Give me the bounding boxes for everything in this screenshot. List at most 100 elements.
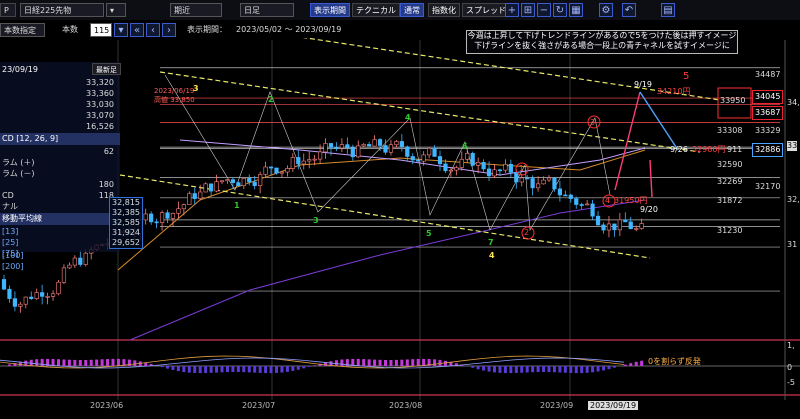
- macd-histogram-bar: [40, 358, 44, 366]
- macd-histogram-bar: [67, 359, 71, 366]
- candle-body: [176, 208, 181, 214]
- refresh-icon[interactable]: ↻: [553, 3, 567, 17]
- candle-body: [568, 194, 573, 199]
- wave-label: 4: [489, 251, 495, 260]
- macd-histogram-bar: [340, 359, 344, 366]
- macd-histogram-bar: [640, 360, 644, 366]
- symbol-select[interactable]: 日経225先物: [20, 3, 104, 17]
- macd-histogram-bar: [373, 359, 377, 366]
- macd-histogram-bar: [198, 366, 202, 374]
- normal-button[interactable]: 通常: [400, 3, 424, 17]
- candle-body: [416, 159, 421, 162]
- crosshair-icon[interactable]: ⊞: [521, 3, 535, 17]
- macd-histogram-bar: [35, 359, 39, 366]
- macd-histogram-bar: [182, 366, 186, 373]
- grid-icon[interactable]: ▦: [569, 3, 583, 17]
- period-select[interactable]: 期近: [170, 3, 222, 17]
- macd-histogram-bar: [400, 359, 404, 366]
- spread-button[interactable]: スプレッド: [462, 3, 510, 17]
- candle-body: [595, 215, 601, 226]
- wave-label: 6: [462, 142, 468, 151]
- table-icon[interactable]: ▤: [661, 3, 675, 17]
- macd-histogram-bar: [525, 366, 529, 373]
- candle-body: [465, 153, 470, 160]
- range-label: 表示期間：: [187, 25, 227, 34]
- macd-histogram-bar: [607, 366, 611, 370]
- macd-histogram-bar: [100, 359, 104, 366]
- candle-body: [350, 147, 355, 158]
- macd-histogram-bar: [313, 365, 317, 366]
- candle-body: [29, 296, 34, 299]
- technical-button[interactable]: テクニカル: [352, 3, 400, 17]
- macd-histogram-bar: [215, 366, 219, 373]
- scroll-left-icon[interactable]: ‹: [146, 23, 160, 37]
- candle-body: [519, 177, 524, 183]
- macd-histogram-bar: [602, 366, 605, 371]
- count-down-icon[interactable]: ▾: [114, 23, 128, 37]
- candle-body: [187, 193, 192, 205]
- undo-icon[interactable]: ↶: [622, 3, 636, 17]
- candle-body: [590, 203, 595, 217]
- candle-body: [356, 145, 361, 158]
- old-high-value: 高値 33,850: [154, 96, 195, 104]
- count-mode-label: 本数指定: [4, 26, 36, 35]
- macd-histogram-bar: [384, 359, 387, 366]
- signal-row: ナル: [2, 201, 118, 212]
- ma-25-label: [25]: [2, 238, 19, 247]
- open-value: 33,320: [86, 78, 114, 87]
- candle-body: [405, 146, 410, 157]
- signal-label: ナル: [2, 202, 18, 211]
- candle-body: [317, 151, 323, 160]
- ohlc-low: 33,030: [2, 99, 118, 110]
- candle-body: [328, 143, 334, 148]
- level-33687: 33687: [752, 106, 784, 120]
- ma-values-box: 32,815 32,385 32,585 31,924 29,652: [109, 197, 143, 249]
- product-prefix[interactable]: P: [0, 3, 16, 17]
- macd-histogram-bar: [89, 359, 93, 366]
- candle-body: [514, 172, 519, 183]
- x-label-2023-09: 2023/09: [540, 401, 574, 410]
- ma-25-value: 32,385: [112, 208, 140, 217]
- candle-body: [601, 224, 606, 231]
- plus-icon[interactable]: +: [505, 3, 519, 17]
- candle-body: [361, 144, 366, 147]
- candle-body: [296, 157, 301, 165]
- macd-line-label: CD: [2, 191, 14, 200]
- candle-body: [40, 292, 45, 297]
- circled-4: 4: [605, 196, 611, 205]
- hist-plus-label: ラム (＋): [2, 158, 35, 167]
- scroll-right-icon[interactable]: ›: [162, 23, 176, 37]
- latest-bar-button[interactable]: 最新足: [92, 63, 121, 75]
- macd-histogram-bar: [220, 366, 224, 373]
- interval-select[interactable]: 日足: [240, 3, 294, 17]
- count-input[interactable]: 115: [90, 23, 112, 37]
- high-value: 33,360: [86, 89, 114, 98]
- macd-histogram-bar: [362, 359, 366, 366]
- x-label-cursor-date: 2023/09/19: [588, 401, 639, 410]
- index-button[interactable]: 指数化: [428, 3, 460, 17]
- wave-5-label: 5: [683, 71, 690, 82]
- candle-body: [388, 144, 394, 153]
- display-period-button[interactable]: 表示期間: [310, 3, 350, 17]
- macd-histogram-bar: [471, 366, 475, 368]
- gear-icon[interactable]: ⚙: [599, 3, 613, 17]
- level-33950: 33950: [720, 96, 746, 105]
- macd-histogram-bar: [493, 366, 496, 373]
- hist-minus-label: ラム (－): [2, 169, 35, 178]
- macd-histogram-bar: [62, 359, 66, 366]
- candle-body: [634, 228, 639, 230]
- main-toolbar: P 日経225先物 ▾ 期近 日足 表示期間 テクニカル 通常 指数化 スプレッ…: [0, 0, 800, 21]
- count-mode-select[interactable]: 本数指定: [0, 23, 45, 37]
- zoom-out-icon[interactable]: «: [130, 23, 144, 37]
- symbol-dropdown-button[interactable]: ▾: [106, 3, 126, 17]
- candle-body: [476, 162, 481, 166]
- macd-histogram-bar: [111, 358, 115, 366]
- candle-body: [247, 177, 252, 183]
- ma-13-value: 32,815: [112, 198, 140, 207]
- ohlc-volume: 16,526: [2, 121, 118, 132]
- close-value: 33,070: [86, 111, 114, 120]
- macd-histogram-bar: [247, 366, 251, 373]
- macd-histogram-bar: [503, 366, 507, 374]
- minus-icon[interactable]: −: [537, 3, 551, 17]
- macd-histogram-bar: [596, 366, 600, 372]
